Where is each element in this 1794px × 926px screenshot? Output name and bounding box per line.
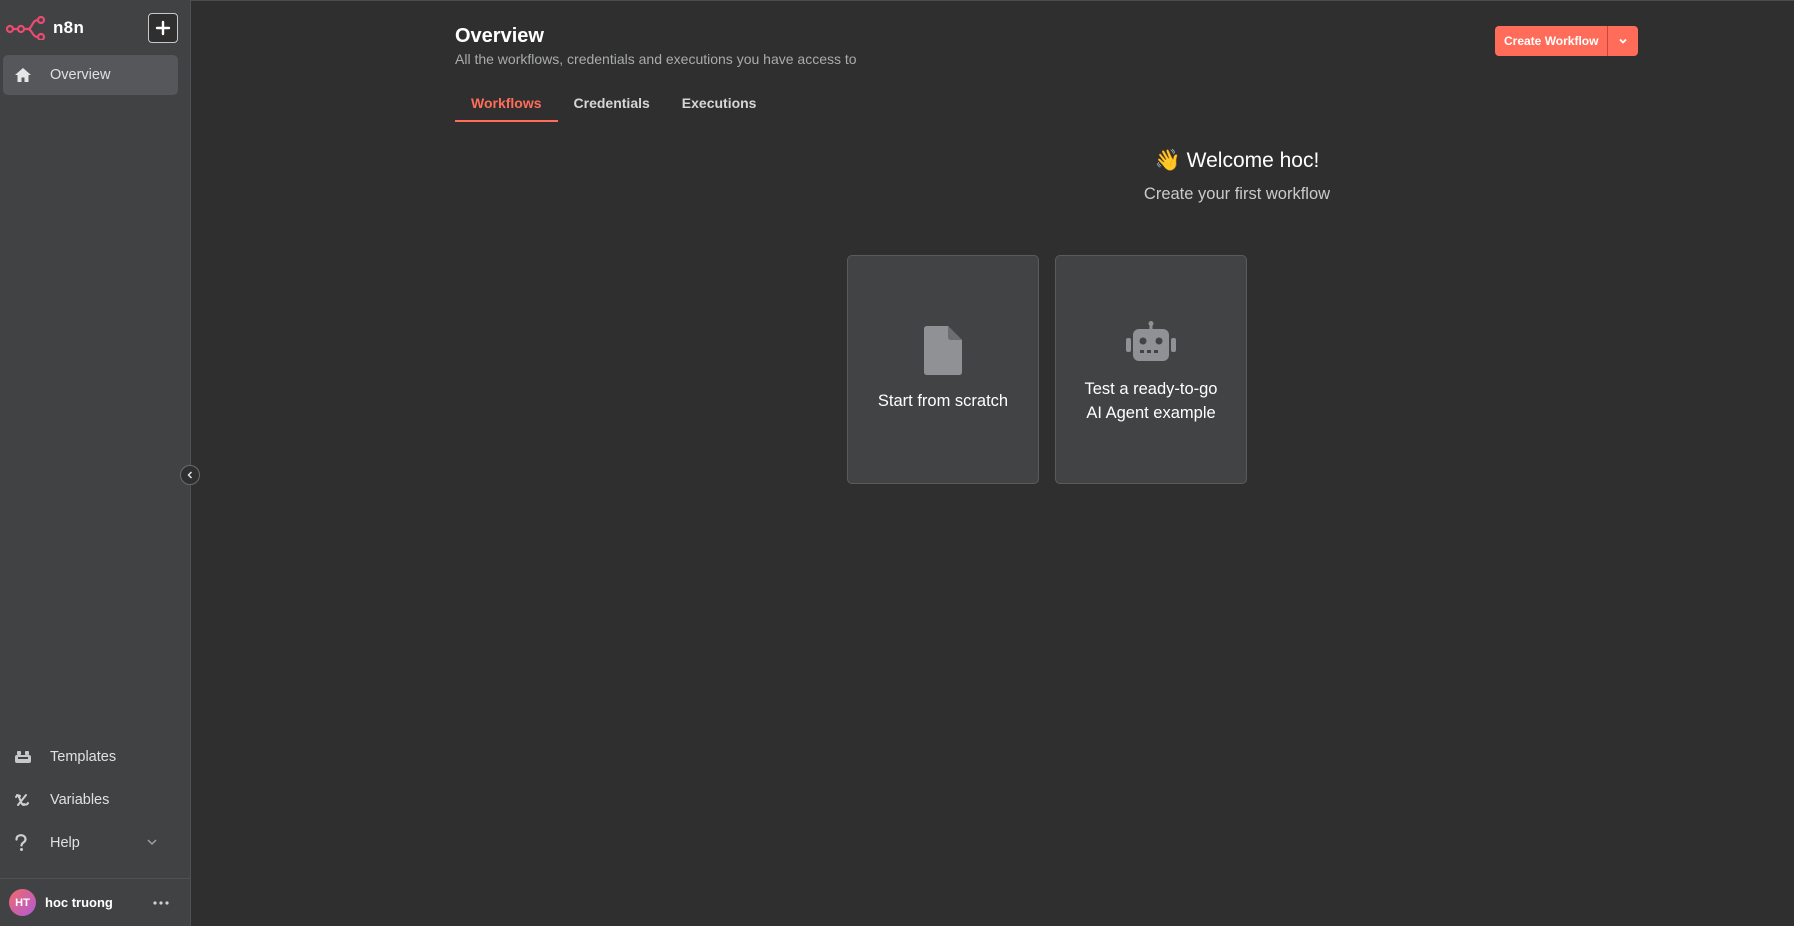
welcome-subtitle: Create your first workflow (1143, 185, 1331, 203)
logo-text: n8n (53, 18, 85, 37)
variables-icon (14, 791, 36, 809)
tabs: Workflows Credentials Executions (455, 95, 772, 122)
sidebar-item-label: Templates (50, 749, 117, 765)
card-label: Test a ready-to-go AI Agent example (1056, 377, 1246, 425)
more-options-icon[interactable] (152, 893, 170, 913)
card-label: Start from scratch (877, 392, 1009, 410)
chevron-down-icon (146, 836, 158, 852)
add-button[interactable] (148, 13, 178, 43)
create-workflow-dropdown[interactable] (1608, 26, 1639, 56)
sidebar-item-variables[interactable]: Variables (3, 780, 178, 820)
create-workflow-button-group: Create Workflow (1495, 26, 1639, 56)
card-label-line-2: AI Agent example (1086, 404, 1216, 422)
templates-icon (14, 748, 36, 766)
ai-agent-example-card[interactable]: Test a ready-to-go AI Agent example (1055, 255, 1247, 484)
user-menu: HT hoc truong (0, 878, 191, 926)
tab-executions[interactable]: Executions (666, 95, 773, 122)
sidebar-item-label: Variables (50, 792, 110, 808)
robot-icon (1056, 321, 1246, 361)
sidebar-item-help[interactable]: Help (3, 823, 178, 863)
sidebar-item-label: Overview (50, 67, 111, 83)
sidebar-item-overview[interactable]: Overview (3, 55, 178, 95)
sidebar-item-label: Help (50, 835, 80, 851)
page-title: Overview (455, 25, 544, 47)
page-subtitle: All the workflows, credentials and execu… (455, 51, 857, 67)
main-content: Overview All the workflows, credentials … (191, 0, 1794, 926)
tab-credentials[interactable]: Credentials (558, 95, 666, 122)
tab-workflows[interactable]: Workflows (455, 95, 558, 122)
plus-icon (155, 20, 171, 36)
app-root: n8n Overview Templates Variables Help HT… (0, 0, 1794, 926)
chevron-down-icon (1619, 38, 1628, 44)
create-workflow-button[interactable]: Create Workflow (1495, 26, 1608, 56)
welcome-title: 👋 Welcome hoc! (1154, 149, 1320, 172)
file-icon (848, 326, 1038, 375)
n8n-logo-icon (6, 16, 46, 40)
help-icon (14, 834, 36, 852)
sidebar: n8n Overview Templates Variables Help HT… (0, 0, 191, 926)
card-label-line-1: Test a ready-to-go (1084, 380, 1218, 398)
logo[interactable]: n8n (6, 14, 84, 42)
sidebar-item-templates[interactable]: Templates (3, 737, 178, 777)
user-name: hoc truong (45, 895, 113, 910)
avatar[interactable]: HT (9, 889, 36, 916)
home-icon (14, 66, 36, 84)
start-from-scratch-card[interactable]: Start from scratch (847, 255, 1039, 484)
